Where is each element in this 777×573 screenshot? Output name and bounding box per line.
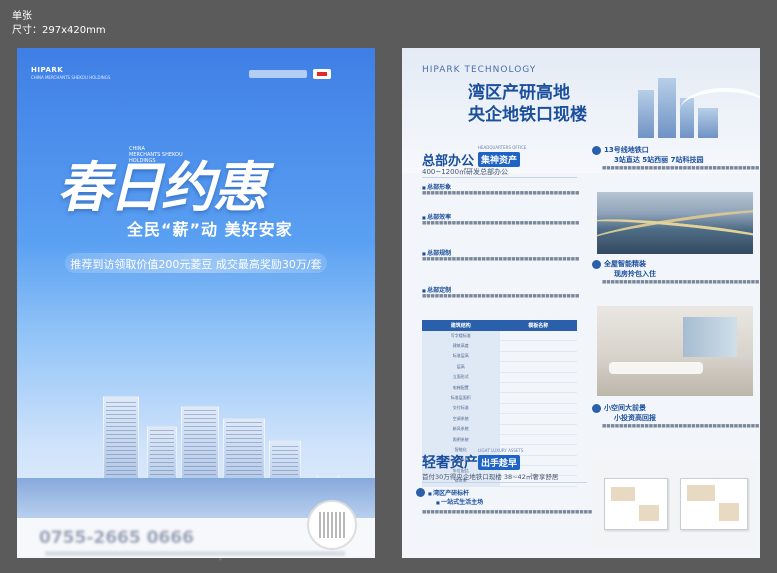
decor-sub: 现房拎包入住 (614, 270, 656, 278)
spec-row: 立面形式 (422, 372, 577, 383)
qr-code-icon (307, 500, 357, 550)
hq-para-4: ■■■■■■■■■■■■■■■■■■■■■■■■■■■■■■■■■■■■■ (422, 294, 580, 299)
light-badge: 出手趁早 (478, 455, 521, 470)
spec-label: 标准层面积 (422, 392, 500, 404)
divider (422, 177, 577, 178)
section-icon (592, 404, 601, 413)
contact-bar: 0755-2665 0666 (17, 500, 375, 558)
hq-bullet-4: 总部定制 (422, 285, 451, 294)
floorplan-1 (604, 478, 668, 530)
right-poster: HIPARK TECHNOLOGY 湾区产研高地 央企地铁口现楼 总部办公 集神… (402, 48, 760, 558)
spec-label: 层高 (422, 361, 500, 373)
spec-label: 新风系统 (422, 424, 500, 435)
spec-row: 空调系统 (422, 413, 577, 425)
metro-sub: 3站直达 5站西丽 7站科技园 (614, 156, 704, 164)
spec-value (499, 351, 577, 363)
hq-badge: 集神资产 (478, 152, 521, 167)
light-bullet: 湾区产研标杆 (428, 488, 469, 497)
small-sub: 小投资高回报 (614, 414, 656, 422)
spec-label: 电梯配置 (422, 382, 500, 394)
hq-bullet-3: 总部规制 (422, 248, 451, 257)
decorative-swirl (680, 88, 760, 132)
spec-value (499, 424, 577, 435)
spec-value (499, 382, 577, 394)
offer-text: 推荐到访领取价值200元菱豆 成交最高奖励30万/套 (70, 258, 322, 271)
spec-type: 单张 (12, 11, 32, 22)
spec-row: 标准层面积 (422, 392, 577, 404)
metro-photo (597, 192, 753, 254)
spec-row: 写字楼标准 (422, 331, 577, 342)
floorplan-2 (680, 478, 748, 530)
spec-label: 标准层高 (422, 351, 500, 363)
spec-header-2: 模板名称 (499, 320, 577, 331)
spec-value (499, 392, 577, 404)
logo-subtitle: CHINA MERCHANTS SHEKOU HOLDINGS (31, 75, 111, 80)
poster-subtitle: 全民“薪”动 美好安家 (127, 220, 293, 239)
hq-bullet-1: 总部形象 (422, 182, 451, 191)
section-icon (592, 146, 601, 155)
spec-row: 交付标准 (422, 403, 577, 415)
spec-row: 新风系统 (422, 424, 577, 435)
hipark-logo: HIPARK (31, 66, 64, 74)
decor-para: ■■■■■■■■■■■■■■■■■■■■■■■■■■■■■■■■■■■■■ (602, 280, 760, 285)
spec-value (499, 413, 577, 425)
hq-bullet-2: 总部效率 (422, 212, 451, 221)
headline-2: 央企地铁口现楼 (468, 105, 587, 125)
left-poster: HIPARK CHINA MERCHANTS SHEKOU HOLDINGS 春… (17, 48, 375, 558)
spec-label: 空调系统 (422, 413, 500, 425)
small-para: ■■■■■■■■■■■■■■■■■■■■■■■■■■■■■■■■■■■■■ (602, 424, 760, 429)
spec-value (499, 340, 577, 352)
spec-header-1: 建筑结构 (422, 320, 500, 331)
hq-sub: 400~1200㎡研发总部办公 (422, 168, 509, 176)
decor-title: 全屋智能精装 (604, 260, 646, 268)
spec-row: 层高 (422, 361, 577, 373)
hq-en: HEADQUARTERS OFFICE (478, 145, 527, 150)
metro-title: 13号线地铁口 (604, 146, 649, 154)
spec-label: 交付标准 (422, 403, 500, 415)
spec-value (499, 372, 577, 383)
developer-logo (249, 70, 307, 78)
light-title: 轻奢资产 (422, 455, 478, 471)
spec-label: 照明系统 (422, 434, 500, 446)
disclaimer-blur (45, 551, 345, 556)
spec-row: 电梯配置 (422, 382, 577, 394)
floorplan-area (592, 460, 757, 550)
spec-size: 尺寸：297x420mm (12, 25, 106, 36)
brand-logo (313, 69, 331, 79)
light-en: LIGHT LUXURY ASSETS (478, 448, 524, 453)
spec-label: 写字楼标准 (422, 331, 500, 342)
divider (422, 482, 587, 483)
phone-number: 0755-2665 0666 (39, 528, 194, 548)
metro-para: ■■■■■■■■■■■■■■■■■■■■■■■■■■■■■■■■■■■■■ (602, 166, 760, 171)
spec-label: 建筑高度 (422, 340, 500, 352)
spec-header: 单张 尺寸：297x420mm (12, 10, 106, 38)
spec-value (499, 331, 577, 342)
hq-para-2: ■■■■■■■■■■■■■■■■■■■■■■■■■■■■■■■■■■■■■ (422, 221, 580, 226)
spec-row: 建筑高度 (422, 340, 577, 352)
title-caption: CHINA MERCHANTS SHEKOU HOLDINGS (129, 146, 183, 164)
spec-value (499, 403, 577, 415)
hq-para-3: ■■■■■■■■■■■■■■■■■■■■■■■■■■■■■■■■■■■■■ (422, 257, 580, 262)
room-photo (597, 306, 753, 396)
light-bullet-2: 一站式生活主场 (436, 497, 483, 506)
light-sub: 首付30万得央企地铁口现楼 38~42㎡奢享舒居 (422, 473, 559, 481)
hq-para-1: ■■■■■■■■■■■■■■■■■■■■■■■■■■■■■■■■■■■■■ (422, 191, 580, 196)
section-icon (416, 488, 425, 497)
spec-row: 标准层高 (422, 351, 577, 363)
spec-value (499, 361, 577, 373)
light-para: ■■■■■■■■■■■■■■■■■■■■■■■■■■■■■■■■■■■■■■■■… (422, 510, 597, 515)
spec-value (499, 434, 577, 446)
section-icon (592, 260, 601, 269)
small-title: 小空间大前景 (604, 404, 646, 412)
spec-label: 立面形式 (422, 372, 500, 383)
spec-row: 照明系统 (422, 434, 577, 446)
hipark-technology: HIPARK TECHNOLOGY (422, 65, 537, 75)
